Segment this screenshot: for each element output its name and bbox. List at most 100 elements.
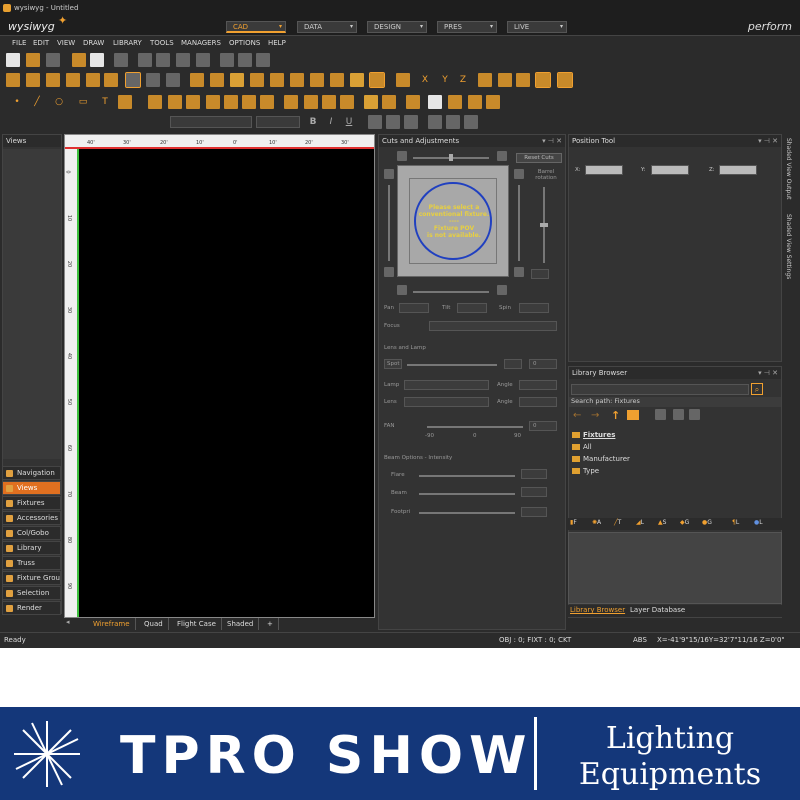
truss-icon[interactable] — [284, 95, 298, 109]
print-icon[interactable] — [90, 53, 104, 67]
grid-icon[interactable] — [448, 95, 462, 109]
redo-icon[interactable] — [238, 53, 252, 67]
save-icon[interactable] — [46, 53, 60, 67]
nav-fixtures[interactable]: Fixtures — [2, 496, 61, 510]
cut-top-right-icon[interactable] — [497, 151, 507, 161]
open-folder-icon[interactable] — [26, 53, 40, 67]
tree-item-all[interactable]: All — [572, 443, 592, 451]
arch-icon[interactable] — [468, 95, 482, 109]
camera-icon[interactable] — [486, 95, 500, 109]
tree-item-fixtures[interactable]: Fixtures — [572, 431, 615, 439]
text-align-center-icon[interactable] — [386, 115, 400, 129]
italic-button[interactable]: I — [324, 115, 338, 129]
view-front-icon[interactable] — [46, 73, 60, 87]
bottom-cut-slider[interactable] — [413, 291, 489, 293]
screen-icon[interactable] — [428, 95, 442, 109]
fan-slider[interactable] — [427, 426, 523, 428]
snap-grid-icon[interactable] — [210, 73, 224, 87]
add-folder-icon[interactable] — [655, 409, 666, 420]
home-icon[interactable] — [627, 410, 639, 420]
snap-pencil-icon[interactable] — [350, 73, 364, 87]
lib-tab-truss[interactable]: ╱T — [614, 519, 621, 526]
bold-button[interactable]: B — [306, 115, 320, 129]
right-cut-slider[interactable] — [518, 185, 520, 261]
mode-tab-pres[interactable]: PRES ▾ — [437, 21, 497, 33]
lens-angle-field[interactable] — [519, 397, 557, 407]
snap-center-icon[interactable] — [310, 73, 324, 87]
lock-icon[interactable] — [498, 73, 512, 87]
axis-x-icon[interactable]: X — [418, 73, 432, 87]
snap-midpoint-icon[interactable] — [270, 73, 284, 87]
mode-tab-cad[interactable]: CAD ▾ — [226, 21, 286, 33]
snap-cross-icon[interactable] — [290, 73, 304, 87]
mode-tab-design[interactable]: DESIGN ▾ — [367, 21, 427, 33]
font-family-select[interactable] — [170, 116, 252, 128]
line-icon[interactable]: ╱ — [30, 95, 44, 109]
angle-icon[interactable] — [535, 72, 551, 88]
mode-tab-live[interactable]: LIVE ▾ — [507, 21, 567, 33]
menu-library[interactable]: LIBRARY — [113, 39, 142, 47]
snap-scissor-icon[interactable] — [396, 73, 410, 87]
tilt-field[interactable] — [457, 303, 487, 313]
box-alt-icon[interactable] — [166, 73, 180, 87]
menu-file[interactable]: FILE — [12, 39, 26, 47]
text-bottom-icon[interactable] — [464, 115, 478, 129]
pipe-icon[interactable] — [148, 95, 162, 109]
menu-view[interactable]: VIEW — [57, 39, 75, 47]
export-icon[interactable] — [114, 53, 128, 67]
text-top-icon[interactable] — [428, 115, 442, 129]
rectangle-icon[interactable]: ▭ — [76, 95, 90, 109]
footprint-field[interactable] — [521, 507, 547, 517]
tab-scroll-left-icon[interactable]: ◂ — [66, 618, 70, 626]
nav-library[interactable]: Library — [2, 541, 61, 555]
menu-options[interactable]: OPTIONS — [229, 39, 260, 47]
spot-spinner[interactable]: 0 — [529, 359, 557, 369]
view-iso-icon[interactable] — [104, 73, 118, 87]
box-icon[interactable] — [146, 73, 160, 87]
nav-accessories[interactable]: Accessories — [2, 511, 61, 525]
wireframe-cube-icon[interactable] — [125, 72, 141, 88]
axis-z-icon[interactable]: Z — [456, 73, 470, 87]
barrel-value[interactable] — [531, 269, 549, 279]
nav-navigation[interactable]: Navigation — [2, 466, 61, 480]
paste-icon[interactable] — [176, 53, 190, 67]
tab-library-browser[interactable]: Library Browser — [570, 606, 625, 614]
nav-render[interactable]: Render — [2, 601, 61, 615]
nav-selection-sets[interactable]: Selection Sets — [2, 586, 61, 609]
view-cube-icon[interactable] — [6, 73, 20, 87]
refresh-library-icon[interactable] — [689, 409, 700, 420]
cut-right-top-icon[interactable] — [514, 169, 524, 179]
view-top-icon[interactable] — [26, 73, 40, 87]
underline-button[interactable]: U — [342, 115, 356, 129]
snap-line-icon[interactable] — [250, 73, 264, 87]
nav-views[interactable]: Views — [2, 481, 61, 495]
copy-icon[interactable] — [156, 53, 170, 67]
up-arrow-icon[interactable]: ↑ — [611, 409, 620, 422]
tab-quad[interactable]: Quad — [139, 618, 169, 630]
font-size-select[interactable] — [256, 116, 300, 128]
lamp-select[interactable] — [404, 380, 489, 390]
text-align-right-icon[interactable] — [404, 115, 418, 129]
lamp-angle-field[interactable] — [519, 380, 557, 390]
focus-select[interactable] — [429, 321, 557, 331]
lib-tab-groups[interactable]: ●G — [702, 519, 712, 526]
search-icon[interactable]: ⌕ — [751, 383, 763, 395]
shape-icon[interactable] — [118, 95, 132, 109]
beam-slider[interactable] — [419, 493, 515, 495]
focus-icon[interactable] — [382, 95, 396, 109]
spot-slider[interactable] — [407, 364, 497, 366]
pipe-truss-icon[interactable] — [322, 95, 336, 109]
snap-tangent-icon[interactable] — [330, 73, 344, 87]
lens-select[interactable] — [404, 397, 489, 407]
tab-add[interactable]: + — [262, 618, 279, 630]
circle-icon[interactable]: ○ — [52, 95, 66, 109]
sphere-icon[interactable] — [224, 95, 238, 109]
cut-icon[interactable] — [138, 53, 152, 67]
text-align-left-icon[interactable] — [368, 115, 382, 129]
tab-wireframe[interactable]: Wireframe — [88, 618, 136, 630]
cut-left-top-icon[interactable] — [384, 169, 394, 179]
cut-top-left-icon[interactable] — [397, 151, 407, 161]
views-list[interactable] — [3, 149, 61, 459]
cone-icon[interactable] — [206, 95, 220, 109]
menu-edit[interactable]: EDIT — [33, 39, 49, 47]
